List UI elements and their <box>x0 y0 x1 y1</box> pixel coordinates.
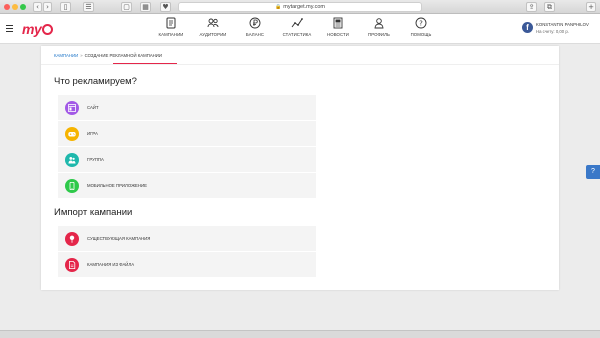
reading-list-icon[interactable]: ☰ <box>83 2 94 12</box>
breadcrumb-divider <box>41 64 559 65</box>
minimize-window-button[interactable] <box>12 4 18 10</box>
main-card: КАМПАНИИ» СОЗДАНИЕ РЕКЛАМНОЙ КАМПАНИИ Что… <box>41 46 559 290</box>
facebook-icon: f <box>522 22 533 33</box>
logo[interactable]: my <box>22 21 54 37</box>
option-label: КАМПАНИЯ ИЗ ФАЙЛА <box>87 262 135 267</box>
sidebar-icon[interactable]: ▯ <box>60 2 71 12</box>
close-window-button[interactable] <box>4 4 10 10</box>
breadcrumb-current: СОЗДАНИЕ РЕКЛАМНОЙ КАМПАНИИ <box>84 53 162 58</box>
app-header: my КАМПАНИИ АУДИТОРИИ БАЛАНС СТАТИСТИКА … <box>0 14 600 44</box>
option-label: ГРУППА <box>87 157 104 162</box>
logo-target-icon <box>42 24 54 35</box>
audiences-icon <box>207 18 219 28</box>
nav-audiences[interactable]: АУДИТОРИИ <box>191 17 235 37</box>
option-campaign-from-file[interactable]: КАМПАНИЯ ИЗ ФАЙЛА <box>58 252 316 278</box>
mobile-app-icon <box>65 179 79 193</box>
maximize-window-button[interactable] <box>20 4 26 10</box>
site-icon <box>65 101 79 115</box>
menu-icon[interactable] <box>6 25 13 32</box>
nav-label: КАМПАНИИ <box>158 32 184 37</box>
advertise-section-title: Что рекламируем? <box>54 76 137 87</box>
import-section-title: Импорт кампании <box>54 207 133 218</box>
file-icon <box>65 258 79 272</box>
svg-text:?: ? <box>419 20 423 28</box>
option-label: СУЩЕСТВУЮЩАЯ КАМПАНИЯ <box>87 236 151 241</box>
nav-label: АУДИТОРИИ <box>199 32 227 37</box>
group-icon <box>65 153 79 167</box>
tabs-icon[interactable]: ⧉ <box>544 2 555 12</box>
nav-label: НОВОСТИ <box>327 32 349 37</box>
option-label: МОБИЛЬНОЕ ПРИЛОЖЕНИЕ <box>87 183 147 188</box>
pocket-icon[interactable]: ♥ <box>160 2 171 12</box>
user-name: KONSTANTIN PANPHILOV <box>536 22 589 27</box>
forward-icon[interactable]: › <box>43 2 52 12</box>
bottom-bar <box>0 330 600 338</box>
lock-icon: 🔒 <box>275 4 282 10</box>
nav-label: БАЛАНС <box>245 32 265 37</box>
nav-help[interactable]: ? ПОМОЩЬ <box>399 17 443 37</box>
nav-statistics[interactable]: СТАТИСТИКА <box>275 17 319 37</box>
nav-campaigns[interactable]: КАМПАНИИ <box>149 17 193 37</box>
logo-text: my <box>22 21 42 37</box>
option-site[interactable]: САЙТ <box>58 95 316 121</box>
option-label: ИГРА <box>87 131 98 136</box>
url-text: mytarget.my.com <box>283 4 325 10</box>
breadcrumb-active-underline <box>113 63 177 64</box>
nav-news[interactable]: НОВОСТИ <box>316 17 360 37</box>
option-game[interactable]: ИГРА <box>58 121 316 147</box>
campaigns-icon <box>166 17 176 29</box>
browser-toolbar: ‹ › ▯ ☰ ▢ ▦ ♥ 🔒 mytarget.my.com ⇪ ⧉ + <box>0 0 600 14</box>
existing-campaign-icon <box>65 232 79 246</box>
balance-icon <box>249 17 261 29</box>
option-existing-campaign[interactable]: СУЩЕСТВУЮЩАЯ КАМПАНИЯ <box>58 226 316 252</box>
statistics-icon <box>291 18 303 28</box>
share-icon[interactable]: ⇪ <box>526 2 537 12</box>
breadcrumb-campaigns-link[interactable]: КАМПАНИИ <box>54 53 78 58</box>
option-mobile-app[interactable]: МОБИЛЬНОЕ ПРИЛОЖЕНИЕ <box>58 173 316 199</box>
breadcrumb-separator: » <box>80 53 83 58</box>
option-label: САЙТ <box>87 105 99 110</box>
gamepad-icon <box>65 127 79 141</box>
nav-label: ПОМОЩЬ <box>410 32 432 37</box>
nav-profile[interactable]: ПРОФИЛЬ <box>357 17 401 37</box>
help-tab-button[interactable]: ? <box>586 165 600 179</box>
nav-label: ПРОФИЛЬ <box>368 32 390 37</box>
address-bar[interactable]: 🔒 mytarget.my.com <box>178 2 422 12</box>
nav-balance[interactable]: БАЛАНС <box>233 17 277 37</box>
help-icon: ? <box>415 17 427 29</box>
profile-icon <box>374 18 384 29</box>
nav-label: СТАТИСТИКА <box>282 32 312 37</box>
news-icon <box>333 17 343 29</box>
bookmark-icon[interactable]: ▢ <box>121 2 132 12</box>
option-group[interactable]: ГРУППА <box>58 147 316 173</box>
back-icon[interactable]: ‹ <box>33 2 42 12</box>
top-sites-icon[interactable]: ▦ <box>140 2 151 12</box>
breadcrumb: КАМПАНИИ» СОЗДАНИЕ РЕКЛАМНОЙ КАМПАНИИ <box>54 53 162 58</box>
new-tab-icon[interactable]: + <box>586 2 596 12</box>
user-balance: На счету: 0,00 р. <box>536 29 569 34</box>
